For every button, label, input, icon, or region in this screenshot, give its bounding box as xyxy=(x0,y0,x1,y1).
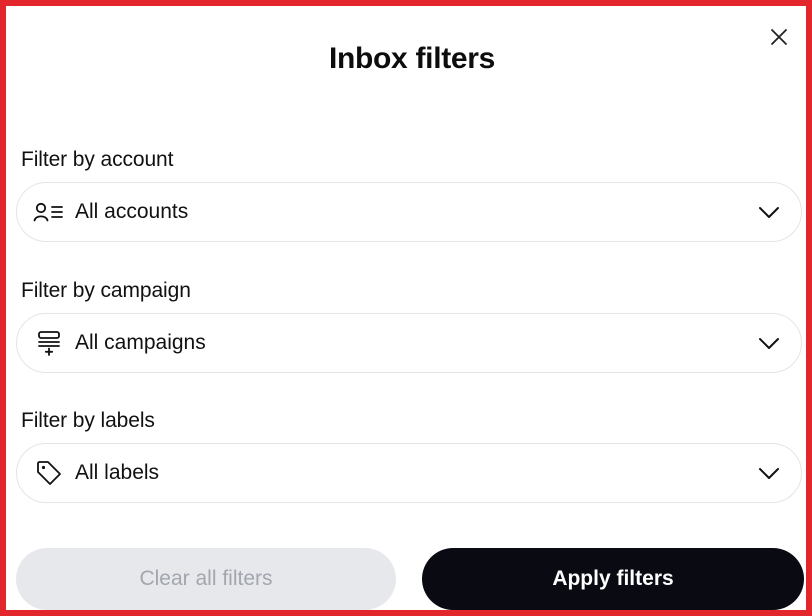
campaign-select-value: All campaigns xyxy=(75,331,206,354)
chevron-down-icon xyxy=(757,335,781,351)
accounts-list-icon xyxy=(33,199,65,225)
filter-campaign-label: Filter by campaign xyxy=(21,279,191,302)
filter-labels-label: Filter by labels xyxy=(21,409,155,432)
account-select-value: All accounts xyxy=(75,200,189,223)
chevron-down-icon xyxy=(757,204,781,220)
dialog-title: Inbox filters xyxy=(328,42,496,75)
filter-account-label: Filter by account xyxy=(21,148,174,171)
account-select[interactable]: All accounts xyxy=(16,182,802,242)
tag-icon xyxy=(33,460,65,486)
apply-filters-button[interactable]: Apply filters xyxy=(422,548,804,610)
campaign-select[interactable]: All campaigns xyxy=(16,313,802,373)
chevron-down-icon xyxy=(757,465,781,481)
campaign-stack-icon xyxy=(33,330,65,356)
labels-select-value: All labels xyxy=(75,461,160,484)
inbox-filters-dialog: Inbox filters Filter by account All acco… xyxy=(0,0,812,616)
labels-select[interactable]: All labels xyxy=(16,443,802,503)
clear-all-filters-button[interactable]: Clear all filters xyxy=(16,548,396,610)
